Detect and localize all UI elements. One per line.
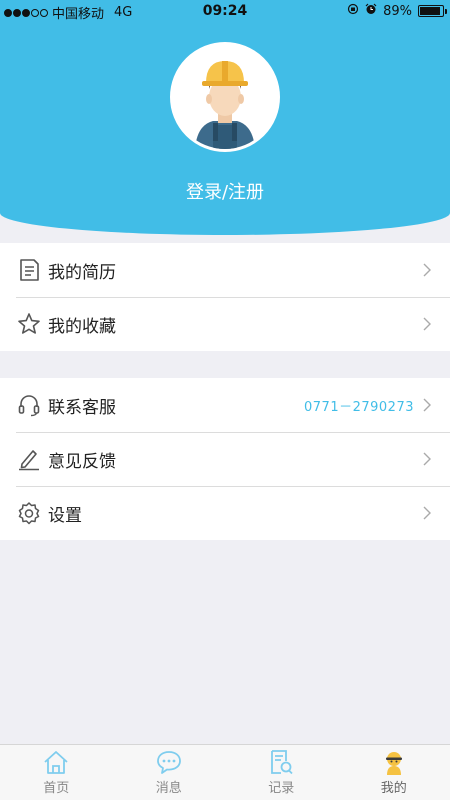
menu-item-feedback[interactable]: 意见反馈: [0, 432, 450, 486]
menu-item-label: 设置: [48, 505, 82, 526]
bottom-tab-bar: 首页 消息 记录 我的: [0, 744, 450, 800]
chevron-right-icon: [423, 398, 431, 412]
edit-icon: [16, 446, 42, 472]
login-register-link[interactable]: 登录/注册: [0, 178, 450, 204]
profile-icon: [385, 752, 402, 775]
tab-label: 记录: [268, 781, 295, 796]
status-bar: 中国移动 4G 09:24 89%: [0, 0, 450, 24]
tab-profile[interactable]: 我的: [338, 745, 450, 800]
message-icon: [156, 751, 181, 774]
profile-header: 登录/注册: [0, 0, 450, 235]
home-icon: [44, 751, 68, 774]
chevron-right-icon: [423, 452, 431, 466]
menu-item-settings[interactable]: 设置: [0, 486, 450, 540]
battery-icon: [418, 5, 447, 17]
alarm-icon: [365, 3, 377, 19]
battery-percent: 89%: [383, 3, 412, 19]
chevron-right-icon: [423, 317, 431, 331]
menu-item-resume[interactable]: 我的简历: [0, 243, 450, 297]
menu-item-label: 我的简历: [48, 262, 116, 283]
tab-records[interactable]: 记录: [225, 745, 338, 800]
headset-icon: [16, 392, 42, 418]
avatar[interactable]: [170, 42, 280, 152]
chevron-right-icon: [423, 506, 431, 520]
chevron-right-icon: [423, 263, 431, 277]
tab-messages[interactable]: 消息: [113, 745, 226, 800]
menu-group-personal: 我的简历 我的收藏: [0, 243, 450, 351]
menu-item-label: 意见反馈: [48, 451, 116, 472]
menu-item-label: 我的收藏: [48, 316, 116, 337]
star-icon: [16, 311, 42, 337]
tab-label: 消息: [155, 781, 182, 796]
menu-group-support: 联系客服 0771－2790273 意见反馈 设置: [0, 378, 450, 540]
tab-home[interactable]: 首页: [0, 745, 113, 800]
worker-avatar-icon: [195, 61, 255, 149]
menu-item-favorites[interactable]: 我的收藏: [0, 297, 450, 351]
service-phone-number[interactable]: 0771－2790273: [304, 396, 414, 415]
tab-label: 我的: [380, 781, 407, 796]
menu-item-label: 联系客服: [48, 397, 116, 418]
settings-icon: [16, 500, 42, 526]
orientation-lock-icon: [347, 3, 359, 19]
tab-label: 首页: [43, 781, 70, 796]
menu-item-customer-service[interactable]: 联系客服 0771－2790273: [0, 378, 450, 432]
resume-icon: [16, 257, 42, 283]
record-icon: [271, 750, 293, 775]
